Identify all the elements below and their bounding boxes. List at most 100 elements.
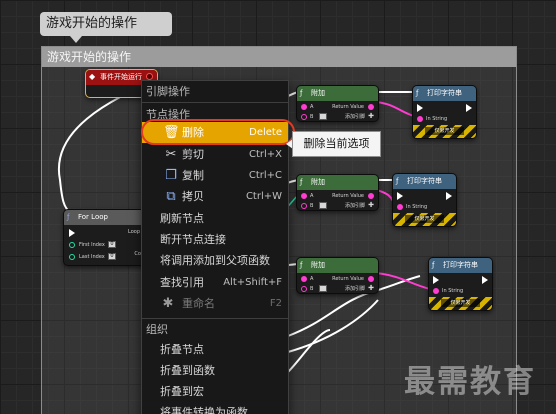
menu-item-collapse-to-function[interactable]: 折叠到函数: [142, 360, 288, 381]
function-icon: ƒ: [300, 261, 303, 269]
return-value-label: Return Value: [332, 104, 364, 110]
last-index-field[interactable]: 0: [108, 253, 116, 260]
development-only-banner: 仅限开发: [413, 125, 476, 138]
menu-item-duplicate[interactable]: ⧉ 拷贝 Ctrl+W: [142, 186, 288, 207]
a-pin[interactable]: [301, 193, 307, 199]
b-field[interactable]: [319, 285, 327, 292]
menu-item-shortcut: Ctrl+X: [248, 149, 282, 160]
append-node[interactable]: ƒ 附加 A Return Value B 添加引脚 ✚: [296, 85, 379, 122]
add-pin-icon[interactable]: ✚: [368, 285, 374, 292]
return-value-pin[interactable]: [368, 104, 374, 110]
menu-item-refresh-nodes[interactable]: 刷新节点: [142, 208, 288, 229]
b-pin[interactable]: [301, 203, 307, 209]
tooltip: 删除当前选项: [292, 131, 381, 157]
menu-item-label: 重命名: [182, 297, 215, 310]
a-pin[interactable]: [301, 104, 307, 110]
menu-item-label: 查找引用: [160, 276, 204, 289]
menu-divider: [142, 102, 288, 103]
b-pin[interactable]: [301, 286, 307, 292]
development-only-banner: 仅限开发: [429, 297, 492, 310]
print-string-title: 打印字符串: [407, 177, 442, 185]
add-pin-label[interactable]: 添加引脚: [345, 203, 365, 210]
first-index-label: First Index: [79, 242, 105, 248]
menu-item-cut[interactable]: ✂ 剪切 Ctrl+X: [142, 144, 288, 165]
append-node[interactable]: ƒ 附加 A Return Value B 添加引脚 ✚: [296, 174, 379, 211]
event-delegate-pin[interactable]: [146, 73, 153, 80]
section-label: 组织: [146, 323, 168, 336]
development-only-label: 仅限开发: [425, 127, 464, 135]
menu-item-label: 复制: [182, 169, 204, 182]
a-label: A: [310, 104, 314, 110]
menu-section-pin-actions: 引脚操作: [142, 81, 288, 102]
first-index-field[interactable]: 0: [108, 241, 116, 248]
scissors-icon: ✂: [165, 147, 177, 162]
for-loop-node[interactable]: ƒ For Loop Loop First Index 0 Last Index…: [63, 209, 153, 266]
exec-in-pin[interactable]: [417, 104, 423, 112]
return-value-pin[interactable]: [368, 276, 374, 282]
print-string-title: 打印字符串: [443, 261, 478, 269]
append-node-title: 附加: [311, 89, 325, 97]
b-field[interactable]: [319, 202, 327, 209]
exec-in-pin[interactable]: [397, 192, 403, 200]
print-string-node[interactable]: ƒ 打印字符串 In String 仅限开发: [412, 85, 477, 139]
menu-item-collapse-nodes[interactable]: 折叠节点: [142, 339, 288, 360]
exec-out-pin[interactable]: [466, 104, 472, 112]
menu-item-copy[interactable]: ❐ 复制 Ctrl+C: [142, 165, 288, 186]
append-node-header: ƒ 附加: [297, 258, 378, 273]
return-value-label: Return Value: [332, 193, 364, 199]
print-string-header: ƒ 打印字符串: [413, 86, 476, 101]
b-field[interactable]: [319, 113, 327, 120]
add-pin-icon[interactable]: ✚: [368, 202, 374, 209]
in-string-pin[interactable]: [417, 116, 423, 122]
return-value-pin[interactable]: [368, 193, 374, 199]
append-node[interactable]: ƒ 附加 A Return Value B 添加引脚 ✚: [296, 257, 379, 294]
menu-item-add-call-to-parent[interactable]: 将调用添加到父项函数: [142, 250, 288, 271]
a-pin[interactable]: [301, 276, 307, 282]
return-value-label: Return Value: [332, 276, 364, 282]
for-loop-header: ƒ For Loop: [64, 210, 152, 225]
menu-item-convert-event-to-function[interactable]: 将事件转换为函数: [142, 402, 288, 414]
menu-item-shortcut: F2: [269, 298, 282, 309]
in-string-pin[interactable]: [397, 204, 403, 210]
exec-in-pin[interactable]: [69, 229, 75, 237]
b-label: B: [310, 286, 314, 292]
b-pin[interactable]: [301, 114, 307, 120]
menu-item-rename[interactable]: ✱ 重命名 F2: [142, 293, 288, 314]
in-string-pin[interactable]: [433, 288, 439, 294]
append-node-header: ƒ 附加: [297, 175, 378, 190]
menu-item-label: 剪切: [182, 148, 204, 161]
menu-item-shortcut: Alt+Shift+F: [223, 277, 282, 288]
function-icon: ƒ: [396, 177, 399, 185]
blueprint-graph-canvas[interactable]: 游戏开始的操作 游戏开始的操作 ◆ 事件开始运行 ƒ For Loop Loop…: [0, 0, 556, 414]
print-string-node[interactable]: ƒ 打印字符串 In String 仅限开发: [392, 173, 457, 227]
first-index-pin[interactable]: [69, 242, 75, 248]
exec-in-pin[interactable]: [433, 276, 439, 284]
exec-wire: [287, 299, 379, 353]
function-icon: ƒ: [416, 89, 419, 97]
add-pin-label[interactable]: 添加引脚: [345, 286, 365, 293]
in-string-label: In String: [406, 204, 428, 210]
exec-out-pin[interactable]: [446, 192, 452, 200]
add-pin-icon[interactable]: ✚: [368, 113, 374, 120]
asterisk-icon: ✱: [162, 296, 174, 311]
menu-item-label: 拷贝: [182, 190, 204, 203]
exec-out-pin[interactable]: [482, 276, 488, 284]
watermark-logo: 最需教育: [404, 364, 536, 400]
last-index-pin[interactable]: [69, 254, 75, 260]
a-label: A: [310, 276, 314, 282]
menu-item-collapse-to-macro[interactable]: 折叠到宏: [142, 381, 288, 402]
function-icon: ƒ: [300, 178, 303, 186]
menu-item-label: 折叠到函数: [160, 364, 215, 377]
menu-item-break-links[interactable]: 断开节点连接: [142, 229, 288, 250]
event-node-title: 事件开始运行: [100, 73, 142, 81]
function-icon: ƒ: [300, 89, 303, 97]
add-pin-label[interactable]: 添加引脚: [345, 114, 365, 121]
print-string-node[interactable]: ƒ 打印字符串 In String 仅限开发: [428, 257, 493, 311]
append-node-title: 附加: [311, 261, 325, 269]
b-label: B: [310, 203, 314, 209]
menu-item-find-references[interactable]: 查找引用 Alt+Shift+F: [142, 272, 288, 293]
append-node-title: 附加: [311, 178, 325, 186]
copy-icon: ❐: [165, 168, 177, 183]
duplicate-icon: ⧉: [166, 189, 176, 204]
function-icon: ƒ: [432, 261, 435, 269]
